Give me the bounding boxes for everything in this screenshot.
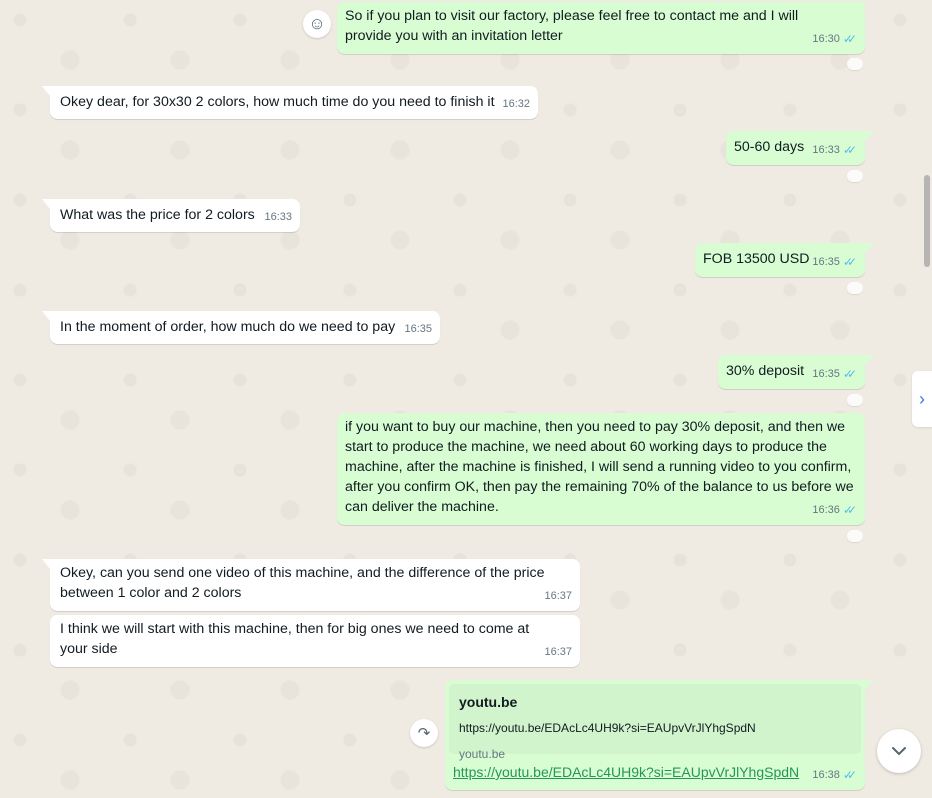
message-text: I think we will start with this machine,… bbox=[60, 621, 534, 657]
read-ticks-icon: ✓✓ bbox=[842, 503, 857, 517]
message-text: 30% deposit bbox=[726, 363, 805, 379]
message-text: 50-60 days bbox=[734, 139, 805, 155]
chevron-down-icon bbox=[892, 747, 906, 756]
message-time: 16:38 bbox=[812, 769, 840, 781]
message-incoming[interactable]: Okey, can you send one video of this mac… bbox=[42, 559, 580, 611]
message-incoming[interactable]: What was the price for 2 colors 16:33 bbox=[42, 199, 300, 232]
link-preview-title: youtu.be bbox=[459, 694, 518, 710]
message-outgoing[interactable]: FOB 13500 USD 16:35 ✓✓ bbox=[695, 243, 873, 277]
reaction-placeholder[interactable] bbox=[847, 170, 863, 182]
message-outgoing[interactable]: 30% deposit 16:35 ✓✓ bbox=[718, 355, 873, 389]
message-time: 16:37 bbox=[544, 646, 572, 658]
message-text: Okey, can you send one video of this mac… bbox=[60, 565, 549, 601]
message-time: 16:30 bbox=[812, 33, 840, 45]
read-ticks-icon: ✓✓ bbox=[842, 32, 857, 46]
message-time: 16:33 bbox=[812, 144, 840, 156]
link-preview-url: https://youtu.be/EDAcLc4UH9k?si=EAUpvVrJ… bbox=[459, 721, 756, 735]
message-incoming[interactable]: In the moment of order, how much do we n… bbox=[42, 311, 440, 344]
read-ticks-icon: ✓✓ bbox=[842, 367, 857, 381]
message-link[interactable]: https://youtu.be/EDAcLc4UH9k?si=EAUpvVrJ… bbox=[453, 762, 799, 782]
side-panel-chevron-icon[interactable]: › bbox=[912, 371, 932, 427]
reaction-placeholder[interactable] bbox=[847, 394, 863, 406]
message-text: if you want to buy our machine, then you… bbox=[345, 419, 858, 515]
react-emoji-icon[interactable]: ☺ bbox=[303, 10, 331, 38]
read-ticks-icon: ✓✓ bbox=[842, 255, 857, 269]
forward-icon[interactable]: ↷ bbox=[410, 719, 438, 747]
message-outgoing[interactable]: So if you plan to visit our factory, ple… bbox=[337, 2, 865, 54]
link-preview-domain: youtu.be bbox=[459, 747, 506, 761]
message-outgoing-link[interactable]: youtu.be https://youtu.be/EDAcLc4UH9k?si… bbox=[445, 680, 873, 790]
reaction-placeholder[interactable] bbox=[847, 58, 863, 70]
message-text: FOB 13500 USD bbox=[703, 251, 810, 267]
message-time: 16:35 bbox=[812, 368, 840, 380]
message-time: 16:36 bbox=[812, 504, 840, 516]
message-time: 16:37 bbox=[544, 590, 572, 602]
message-time: 16:32 bbox=[502, 98, 530, 110]
message-time: 16:33 bbox=[264, 211, 292, 223]
read-ticks-icon: ✓✓ bbox=[842, 143, 857, 157]
reaction-placeholder[interactable] bbox=[847, 530, 863, 542]
message-outgoing[interactable]: if you want to buy our machine, then you… bbox=[337, 413, 865, 525]
message-time: 16:35 bbox=[812, 256, 840, 268]
message-text: So if you plan to visit our factory, ple… bbox=[345, 8, 803, 44]
message-text: Okey dear, for 30x30 2 colors, how much … bbox=[60, 94, 495, 110]
message-text: What was the price for 2 colors bbox=[60, 207, 255, 223]
message-incoming[interactable]: I think we will start with this machine,… bbox=[50, 615, 580, 667]
scroll-to-bottom-button[interactable] bbox=[877, 729, 921, 773]
message-incoming[interactable]: Okey dear, for 30x30 2 colors, how much … bbox=[42, 86, 538, 119]
scrollbar-thumb[interactable] bbox=[924, 175, 930, 267]
message-text: In the moment of order, how much do we n… bbox=[60, 319, 396, 335]
reaction-placeholder[interactable] bbox=[847, 282, 863, 294]
read-ticks-icon: ✓✓ bbox=[842, 768, 857, 782]
chat-panel: ☺ So if you plan to visit our factory, p… bbox=[0, 0, 932, 798]
message-outgoing[interactable]: 50-60 days 16:33 ✓✓ bbox=[726, 131, 873, 165]
link-preview[interactable]: youtu.be https://youtu.be/EDAcLc4UH9k?si… bbox=[449, 684, 861, 761]
message-time: 16:35 bbox=[404, 323, 432, 335]
